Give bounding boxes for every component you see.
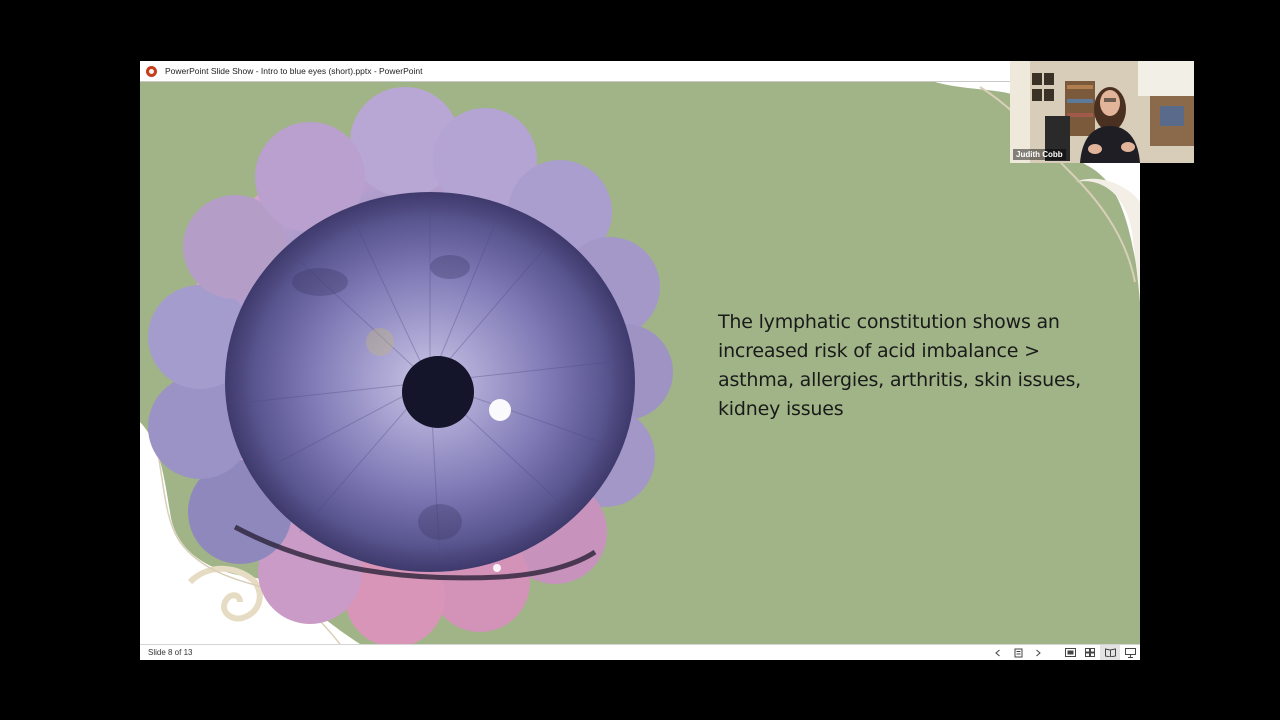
- grid-view-icon[interactable]: [1080, 645, 1100, 660]
- participant-video[interactable]: Judith Cobb: [1010, 61, 1194, 163]
- status-bar: Slide 8 of 13: [140, 644, 1140, 660]
- video-feed: [1010, 61, 1194, 163]
- normal-view-icon[interactable]: [1060, 645, 1080, 660]
- participant-name-label: Judith Cobb: [1013, 149, 1066, 160]
- powerpoint-window: PowerPoint Slide Show - Intro to blue ey…: [140, 61, 1140, 660]
- chevron-right-icon[interactable]: [1028, 645, 1048, 660]
- iris-blossom: [148, 87, 673, 644]
- chevron-left-icon[interactable]: [988, 645, 1008, 660]
- powerpoint-icon: [146, 65, 157, 77]
- slide-canvas[interactable]: The lymphatic constitution shows an incr…: [140, 82, 1140, 644]
- slideshow-icon[interactable]: [1120, 645, 1140, 660]
- slideshow-controls: [988, 645, 1140, 660]
- title-bar: PowerPoint Slide Show - Intro to blue ey…: [140, 61, 1140, 82]
- slide-counter: Slide 8 of 13: [148, 648, 193, 657]
- window-title: PowerPoint Slide Show - Intro to blue ey…: [165, 66, 423, 76]
- reading-view-icon[interactable]: [1100, 645, 1120, 660]
- slide-sorter-icon[interactable]: [1008, 645, 1028, 660]
- slide-body-text: The lymphatic constitution shows an incr…: [718, 311, 1081, 420]
